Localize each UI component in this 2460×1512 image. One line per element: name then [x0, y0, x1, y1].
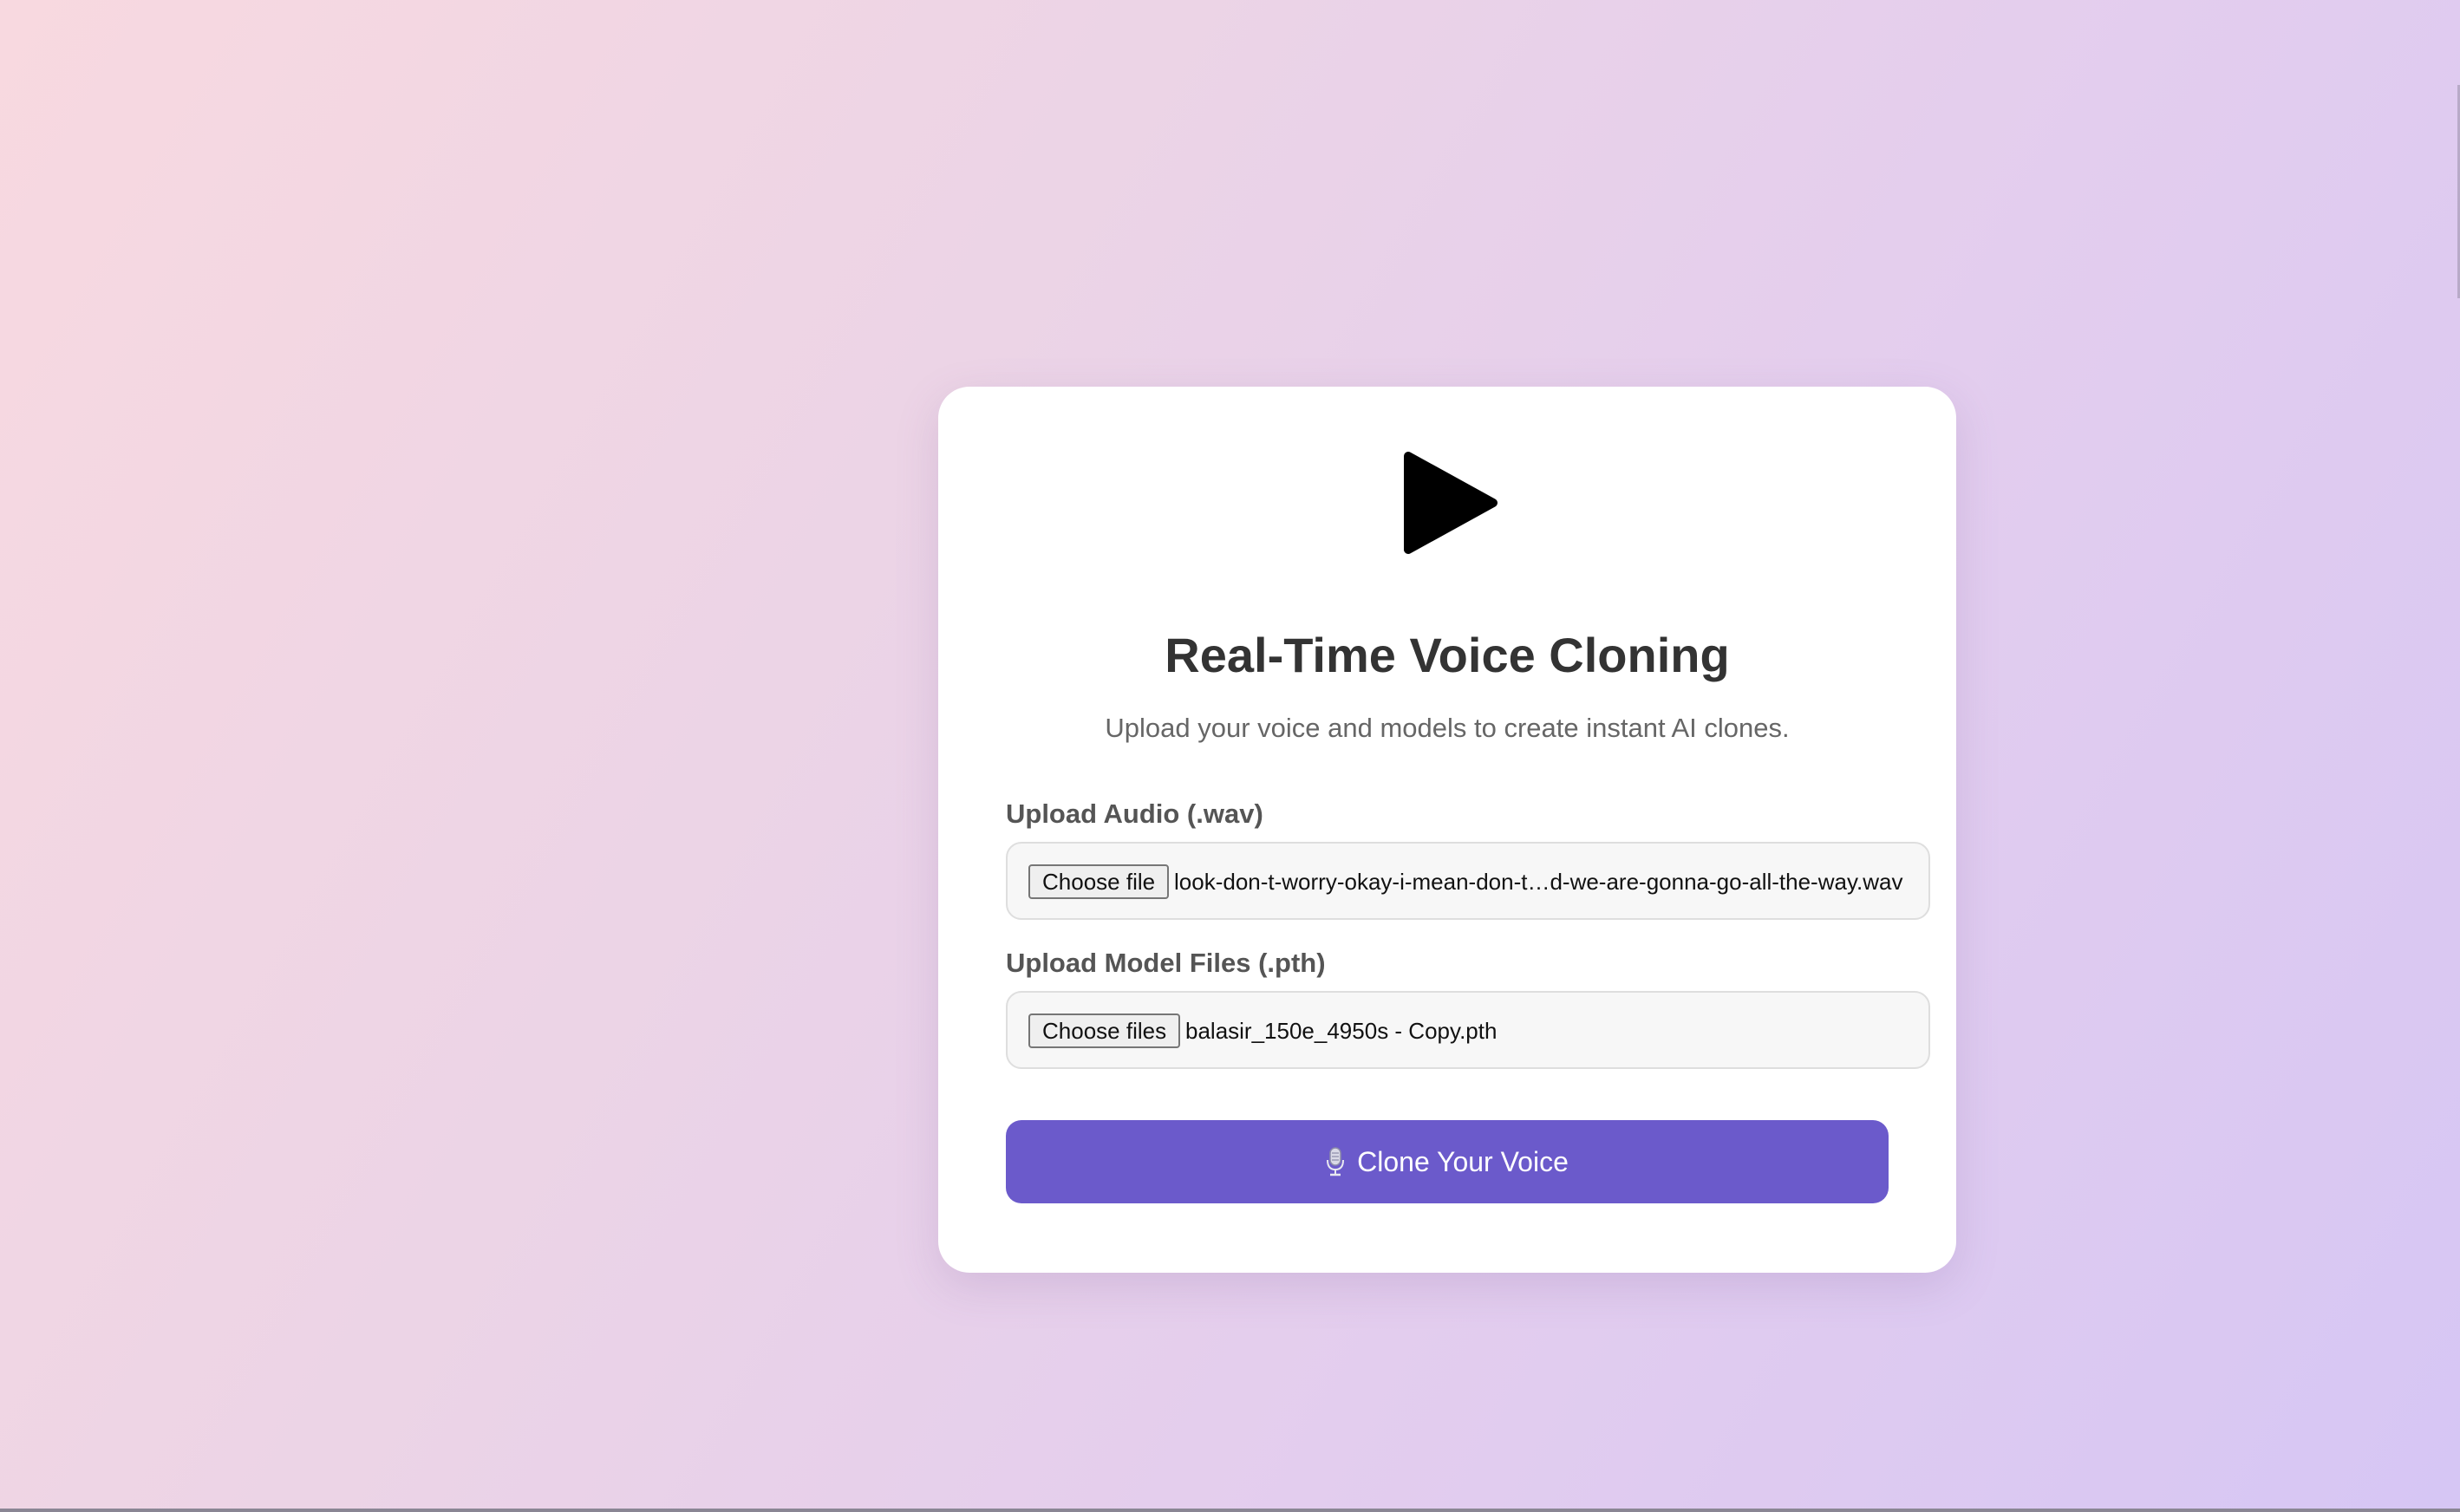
model-upload-label: Upload Model Files (.pth) — [1006, 948, 1326, 978]
audio-file-input[interactable]: Choose file look-don-t-worry-okay-i-mean… — [1006, 842, 1930, 920]
window-bottom-edge — [0, 1509, 2460, 1512]
voice-clone-card: Real-Time Voice Cloning Upload your voic… — [938, 387, 1956, 1273]
model-file-name: balasir_150e_4950s - Copy.pth — [1185, 1018, 1498, 1044]
play-icon — [1404, 452, 1498, 554]
microphone-icon — [1327, 1147, 1345, 1176]
page-subtitle: Upload your voice and models to create i… — [1105, 713, 1790, 743]
choose-audio-file-button[interactable]: Choose file — [1028, 864, 1170, 899]
audio-upload-label: Upload Audio (.wav) — [1006, 798, 1263, 829]
model-files-input[interactable]: Choose files balasir_150e_4950s - Copy.p… — [1006, 991, 1930, 1069]
clone-voice-button-label: Clone Your Voice — [1357, 1145, 1569, 1177]
page-title: Real-Time Voice Cloning — [1165, 628, 1730, 682]
audio-file-name: look-don-t-worry-okay-i-mean-don-t…d-we-… — [1174, 869, 1903, 895]
choose-model-files-button[interactable]: Choose files — [1028, 1013, 1181, 1048]
clone-voice-button[interactable]: Clone Your Voice — [1006, 1120, 1889, 1203]
